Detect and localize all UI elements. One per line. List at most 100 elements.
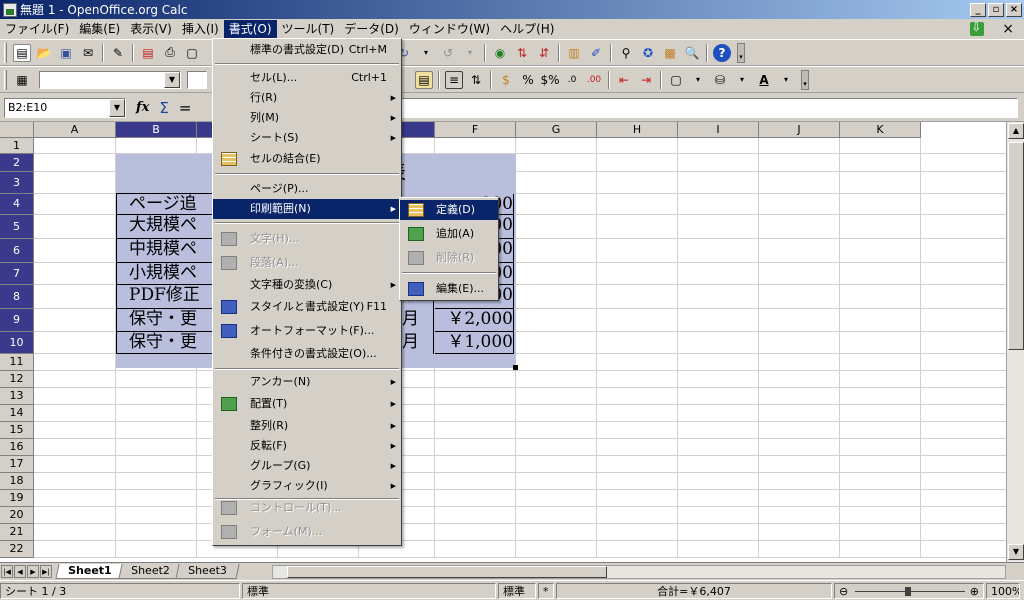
menu-tools[interactable]: ツール(T) (277, 20, 340, 38)
menu-edit[interactable]: 編集(E) (74, 20, 125, 38)
font-name-combo[interactable]: ▼ (39, 70, 181, 89)
sheet-tab-3[interactable]: Sheet3 (175, 563, 240, 579)
submenu-item-define[interactable]: 定義(D) (400, 200, 498, 220)
sort-ascending-icon[interactable]: ⇅ (513, 44, 531, 62)
submenu-item-add[interactable]: 追加(A) (400, 224, 498, 244)
background-dropdown-icon[interactable]: ▾ (733, 71, 751, 89)
gallery-icon[interactable]: ▩ (661, 44, 679, 62)
menu-item-print-ranges[interactable]: 印刷範囲(N) ▶ (213, 199, 401, 219)
first-sheet-icon[interactable]: |◀ (1, 564, 13, 578)
horizontal-scroll-thumb[interactable] (287, 566, 607, 578)
add-decimal-icon[interactable]: .0 (563, 71, 581, 89)
horizontal-scrollbar[interactable] (272, 565, 1006, 579)
row-header-9[interactable]: 9 (0, 309, 34, 332)
minimize-button[interactable]: _ (970, 2, 986, 17)
column-header-i[interactable]: I (678, 122, 759, 138)
column-header-h[interactable]: H (597, 122, 678, 138)
column-header-b[interactable]: B (116, 122, 197, 138)
row-header-20[interactable]: 20 (0, 507, 34, 524)
row-header-3[interactable]: 3 (0, 172, 34, 194)
row-header-6[interactable]: 6 (0, 239, 34, 263)
last-sheet-icon[interactable]: ▶| (40, 564, 52, 578)
zoom-in-icon[interactable]: ⊕ (970, 584, 979, 598)
menu-file[interactable]: ファイル(F) (0, 20, 74, 38)
menu-item-default-formatting[interactable]: 標準の書式設定(D) Ctrl+M (213, 40, 401, 60)
row-header-17[interactable]: 17 (0, 456, 34, 473)
sort-descending-icon[interactable]: ⇵ (535, 44, 553, 62)
menu-item-group[interactable]: グループ(G) ▶ (213, 456, 401, 476)
undo-dropdown-icon[interactable]: ▾ (461, 44, 479, 62)
select-all-corner[interactable] (0, 122, 34, 138)
row-header-16[interactable]: 16 (0, 439, 34, 456)
spreadsheet-grid[interactable]: ABCDEFGHIJK 1234567891011121314151617181… (0, 122, 1024, 562)
menu-item-merge-cells[interactable]: セルの結合(E) (213, 149, 401, 169)
redo-dropdown-icon[interactable]: ▾ (417, 44, 435, 62)
menu-item-styles-formatting[interactable]: スタイルと書式設定(Y) F11 (213, 297, 401, 317)
wrap-text-icon[interactable]: ≡ (445, 70, 463, 89)
row-header-19[interactable]: 19 (0, 490, 34, 507)
menu-item-conditional-formatting[interactable]: 条件付きの書式設定(O)... (213, 344, 401, 364)
menu-item-anchor[interactable]: アンカー(N) ▶ (213, 372, 401, 392)
menu-data[interactable]: データ(D) (339, 20, 404, 38)
background-color-icon[interactable]: ⛁ (711, 71, 729, 89)
new-document-icon[interactable]: ▤ (13, 43, 31, 62)
menu-help[interactable]: ヘルプ(H) (495, 20, 559, 38)
toolbar-overflow-icon[interactable]: ▾ (801, 69, 809, 90)
menu-item-column[interactable]: 列(M) ▶ (213, 108, 401, 128)
column-header-g[interactable]: G (516, 122, 597, 138)
show-draw-functions-icon[interactable]: ✐ (587, 44, 605, 62)
chevron-down-icon[interactable]: ▼ (109, 98, 125, 117)
zoom-level[interactable]: 100% (986, 582, 1020, 599)
update-download-icon[interactable] (970, 20, 985, 36)
menu-item-sheet[interactable]: シート(S) ▶ (213, 128, 401, 148)
insert-mode[interactable]: 標準 (498, 582, 536, 599)
sheet-tab-2[interactable]: Sheet2 (117, 563, 183, 579)
row-header-8[interactable]: 8 (0, 285, 34, 309)
decrease-indent-icon[interactable]: ⇤ (615, 71, 633, 89)
zoom-out-icon[interactable]: ⊖ (839, 585, 848, 598)
menu-item-arrange[interactable]: 整列(R) ▶ (213, 416, 401, 436)
close-window-button[interactable]: × (1006, 2, 1022, 17)
row-header-14[interactable]: 14 (0, 405, 34, 422)
menu-item-alignment[interactable]: 配置(T) ▶ (213, 394, 401, 414)
print-icon[interactable]: ⎙ (161, 44, 179, 62)
menu-window[interactable]: ウィンドウ(W) (404, 20, 495, 38)
row-header-11[interactable]: 11 (0, 354, 34, 371)
menu-format[interactable]: 書式(O) (223, 20, 277, 38)
menu-item-flip[interactable]: 反転(F) ▶ (213, 436, 401, 456)
cell-e10[interactable]: ￥1,000 (435, 332, 514, 354)
open-folder-icon[interactable]: 📂 (35, 44, 53, 62)
borders-icon[interactable]: ▢ (667, 71, 685, 89)
row-header-4[interactable]: 4 (0, 194, 34, 215)
name-box[interactable]: B2:E10 ▼ (4, 97, 126, 118)
styles-formatting-icon[interactable]: ▦ (13, 71, 31, 89)
vertical-text-icon[interactable]: ⇅ (467, 71, 485, 89)
column-header-j[interactable]: J (759, 122, 840, 138)
vertical-scroll-thumb[interactable] (1008, 142, 1024, 350)
cell-d10[interactable]: 月 (402, 332, 434, 354)
function-icon[interactable]: = (179, 99, 192, 117)
navigator-icon[interactable]: ✪ (639, 44, 657, 62)
sum-display[interactable]: 合計=￥6,407 (556, 582, 832, 599)
row-header-10[interactable]: 10 (0, 332, 34, 354)
toolbar-handle[interactable] (4, 69, 7, 90)
formula-input[interactable] (398, 98, 1018, 118)
cell-d9[interactable]: 月 (402, 309, 434, 332)
save-icon[interactable]: ▣ (57, 44, 75, 62)
currency-format-icon[interactable]: $ (497, 71, 515, 89)
vertical-scrollbar[interactable]: ▲ ▼ (1006, 122, 1024, 562)
sum-icon[interactable]: Σ (159, 99, 168, 117)
menu-item-graphic[interactable]: グラフィック(I) ▶ (213, 476, 401, 496)
row-header-2[interactable]: 2 (0, 154, 34, 172)
undo-icon[interactable]: ↺ (439, 44, 457, 62)
row-header-22[interactable]: 22 (0, 541, 34, 558)
font-color-dropdown-icon[interactable]: ▾ (777, 71, 795, 89)
toolbar-overflow-icon[interactable]: ▾ (737, 42, 745, 63)
restore-button[interactable]: ▫ (988, 2, 1004, 17)
next-sheet-icon[interactable]: ▶ (27, 564, 39, 578)
menu-item-page[interactable]: ページ(P)... (213, 179, 401, 199)
column-header-a[interactable]: A (34, 122, 116, 138)
row-header-15[interactable]: 15 (0, 422, 34, 439)
column-header-k[interactable]: K (840, 122, 921, 138)
borders-dropdown-icon[interactable]: ▾ (689, 71, 707, 89)
